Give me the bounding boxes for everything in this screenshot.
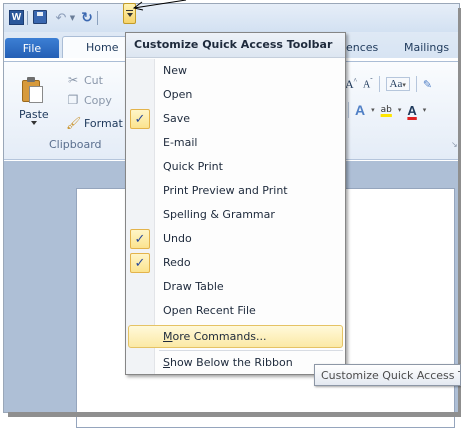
- customize-qat-menu: Customize Quick Access Toolbar New Open …: [125, 32, 346, 375]
- menu-item-label: Open: [163, 88, 193, 101]
- annotation-arrow: [132, 0, 187, 11]
- undo-icon[interactable]: ↶: [54, 10, 68, 26]
- checkmark-icon: ✓: [130, 229, 150, 249]
- save-icon[interactable]: [33, 10, 47, 24]
- chevron-down-icon[interactable]: ▾: [423, 106, 427, 114]
- chevron-down-icon[interactable]: ▾: [371, 106, 375, 114]
- menu-item-more-commands[interactable]: More Commands...: [126, 325, 345, 349]
- menu-item-save[interactable]: ✓ Save: [126, 107, 345, 131]
- menu-item-label: More Commands...: [163, 330, 267, 343]
- toolbar-separator: [27, 11, 28, 25]
- menu-item-redo[interactable]: ✓ Redo: [126, 251, 345, 275]
- font-color-button[interactable]: A: [407, 103, 416, 118]
- tab-file[interactable]: File: [5, 38, 59, 58]
- copy-button[interactable]: ❐ Copy: [66, 92, 112, 108]
- dialog-launcher-icon[interactable]: ↘: [451, 140, 458, 149]
- cut-button[interactable]: ✂ Cut: [66, 72, 103, 88]
- menu-item-open-recent-file[interactable]: Open Recent File: [126, 299, 345, 323]
- menu-item-draw-table[interactable]: Draw Table: [126, 275, 345, 299]
- menu-item-label: Print Preview and Print: [163, 184, 288, 197]
- checkmark-icon: ✓: [130, 109, 150, 129]
- menu-item-undo[interactable]: ✓ Undo: [126, 227, 345, 251]
- paste-icon[interactable]: [22, 77, 44, 104]
- text-effects-button[interactable]: A: [355, 102, 365, 118]
- menu-item-new[interactable]: New: [126, 59, 345, 83]
- menu-item-spelling-grammar[interactable]: Spelling & Grammar: [126, 203, 345, 227]
- separator: [348, 102, 349, 118]
- font-size-controls: A^ Aˇ Aa▾ ✎: [345, 76, 432, 92]
- menu-item-label: Redo: [163, 256, 191, 269]
- toolbar-separator: [97, 11, 98, 25]
- copy-label: Copy: [84, 93, 112, 107]
- menu-item-label: Show Below the Ribbon: [163, 356, 293, 369]
- paste-button-label[interactable]: Paste: [19, 108, 49, 121]
- menu-item-label: Spelling & Grammar: [163, 208, 275, 221]
- font-effects-controls: A ▾ ab ▾ A ▾: [348, 102, 426, 118]
- clipboard-group-label: Clipboard: [49, 138, 102, 151]
- chevron-down-icon[interactable]: ▾: [398, 106, 402, 114]
- menu-item-label: Open Recent File: [163, 304, 256, 317]
- quick-access-toolbar: W ↶ ▼ ↻: [4, 4, 459, 32]
- format-painter-label: Format: [84, 116, 123, 130]
- tab-home[interactable]: Home: [62, 36, 132, 58]
- separator: [415, 76, 417, 92]
- tooltip: Customize Quick Access Toolbar: [314, 364, 461, 386]
- redo-icon[interactable]: ↻: [80, 10, 94, 26]
- grow-font-button[interactable]: A^: [345, 77, 357, 92]
- menu-item-label: Undo: [163, 232, 192, 245]
- clear-formatting-icon[interactable]: ✎: [423, 78, 432, 91]
- cut-label: Cut: [84, 73, 103, 87]
- menu-item-quick-print[interactable]: Quick Print: [126, 155, 345, 179]
- paintbrush-icon: 🖌: [66, 116, 82, 130]
- undo-dropdown-icon[interactable]: ▼: [69, 10, 76, 26]
- scissors-icon: ✂: [67, 73, 79, 87]
- menu-item-label: E-mail: [163, 136, 198, 149]
- menu-item-label: Save: [163, 112, 191, 125]
- drop-shadow: [8, 412, 461, 417]
- word-app-icon[interactable]: W: [9, 10, 24, 25]
- menu-item-show-below-ribbon[interactable]: Show Below the Ribbon: [126, 351, 345, 375]
- copy-icon: ❐: [67, 93, 79, 107]
- tab-references[interactable]: ences: [346, 41, 378, 54]
- format-painter-button[interactable]: 🖌 Format: [66, 115, 123, 131]
- checkmark-icon: ✓: [130, 253, 150, 273]
- tab-mailings[interactable]: Mailings: [404, 41, 449, 54]
- highlight-button[interactable]: ab: [381, 105, 392, 115]
- paste-dropdown-icon[interactable]: [31, 121, 37, 125]
- menu-item-label: Draw Table: [163, 280, 224, 293]
- menu-item-label: New: [163, 64, 187, 77]
- menu-item-email[interactable]: E-mail: [126, 131, 345, 155]
- separator: [378, 76, 380, 92]
- menu-title: Customize Quick Access Toolbar: [126, 33, 345, 58]
- menu-item-open[interactable]: Open: [126, 83, 345, 107]
- shrink-font-button[interactable]: Aˇ: [363, 77, 373, 90]
- change-case-button[interactable]: Aa▾: [385, 77, 410, 91]
- menu-item-print-preview[interactable]: Print Preview and Print: [126, 179, 345, 203]
- menu-item-label: Quick Print: [163, 160, 223, 173]
